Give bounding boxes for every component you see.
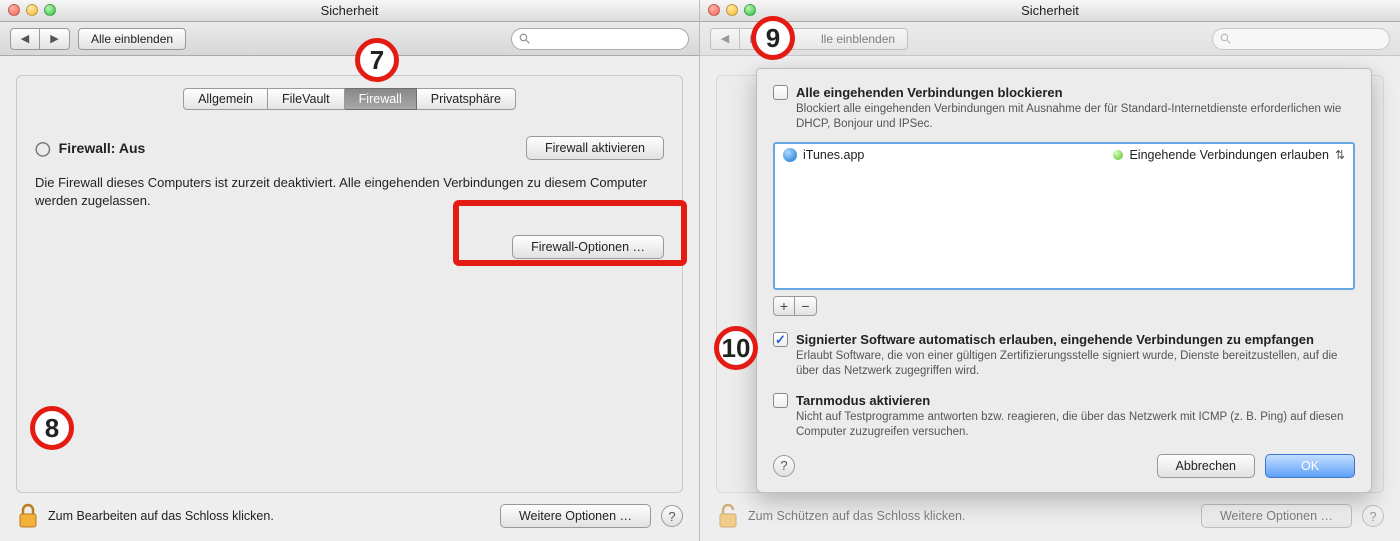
tab-filevault[interactable]: FileVault	[268, 88, 345, 110]
lock-label: Zum Bearbeiten auf das Schloss klicken.	[48, 509, 274, 523]
add-button[interactable]: +	[773, 296, 795, 316]
app-name: iTunes.app	[803, 148, 864, 162]
nav-buttons: ◀ ▶	[10, 28, 70, 50]
status-green-dot-icon	[1113, 150, 1123, 160]
lock-icon[interactable]	[16, 502, 40, 530]
cancel-button[interactable]: Abbrechen	[1157, 454, 1255, 478]
tab-allgemein[interactable]: Allgemein	[183, 88, 268, 110]
footer: Zum Schützen auf das Schloss klicken. We…	[716, 499, 1384, 533]
stepper-icon: ⇅	[1335, 148, 1345, 162]
app-status-label: Eingehende Verbindungen erlauben	[1129, 148, 1328, 162]
close-button[interactable]	[708, 4, 720, 16]
zoom-button[interactable]	[744, 4, 756, 16]
toolbar: ◀ ▶ Alle einblenden	[0, 22, 699, 56]
lock-open-icon[interactable]	[716, 502, 740, 530]
firewall-status-label: Firewall: Aus	[59, 140, 146, 156]
firewall-status: ◯ Firewall: Aus	[35, 140, 145, 157]
minimize-button[interactable]	[26, 4, 38, 16]
traffic-lights	[8, 4, 56, 16]
security-window-left: Sicherheit ◀ ▶ Alle einblenden Allgemein…	[0, 0, 700, 541]
block-all-sub: Blockiert alle eingehenden Verbindungen …	[796, 102, 1355, 132]
titlebar: Sicherheit	[700, 0, 1400, 22]
search-icon	[1219, 32, 1232, 45]
tabs: Allgemein FileVault Firewall Privatsphär…	[35, 88, 664, 110]
back-button[interactable]: ◀	[10, 28, 40, 50]
minimize-button[interactable]	[726, 4, 738, 16]
block-all-title: Alle eingehenden Verbindungen blockieren	[796, 85, 1063, 100]
firewall-options-button[interactable]: Firewall-Optionen …	[512, 235, 664, 259]
stealth-checkbox[interactable]	[773, 393, 788, 408]
window-title: Sicherheit	[1021, 3, 1079, 18]
dialog-help-button[interactable]: ?	[773, 455, 795, 477]
security-window-right: Sicherheit ◀ ▶ lle einblenden Zum Schütz…	[700, 0, 1400, 541]
window-title: Sicherheit	[321, 3, 379, 18]
forward-button[interactable]: ▶	[740, 28, 770, 50]
traffic-lights	[708, 4, 756, 16]
itunes-icon	[783, 148, 797, 162]
remove-button[interactable]: −	[795, 296, 817, 316]
signed-software-title: Signierter Software automatisch erlauben…	[796, 332, 1314, 347]
search-field[interactable]	[1212, 28, 1390, 50]
ok-button[interactable]: OK	[1265, 454, 1355, 478]
forward-button[interactable]: ▶	[40, 28, 70, 50]
add-remove: + −	[773, 296, 1355, 316]
more-options-button[interactable]: Weitere Optionen …	[500, 504, 651, 528]
show-all-button[interactable]: lle einblenden	[778, 28, 908, 50]
app-list[interactable]: iTunes.app Eingehende Verbindungen erlau…	[773, 142, 1355, 290]
search-field[interactable]	[511, 28, 689, 50]
app-row[interactable]: iTunes.app Eingehende Verbindungen erlau…	[775, 144, 1353, 166]
nav-buttons: ◀ ▶	[710, 28, 770, 50]
titlebar: Sicherheit	[0, 0, 699, 22]
stealth-sub: Nicht auf Testprogramme antworten bzw. r…	[796, 410, 1355, 440]
block-all-row: Alle eingehenden Verbindungen blockieren…	[773, 85, 1355, 132]
status-dot-icon: ◯	[35, 140, 51, 157]
firewall-options-dialog: Alle eingehenden Verbindungen blockieren…	[756, 68, 1372, 493]
firewall-activate-button[interactable]: Firewall aktivieren	[526, 136, 664, 160]
app-status-dropdown[interactable]: Eingehende Verbindungen erlauben ⇅	[1113, 148, 1345, 162]
more-options-button[interactable]: Weitere Optionen …	[1201, 504, 1352, 528]
tab-firewall[interactable]: Firewall	[345, 88, 417, 110]
lock-label: Zum Schützen auf das Schloss klicken.	[748, 509, 965, 523]
firewall-description: Die Firewall dieses Computers ist zurzei…	[35, 174, 664, 209]
show-all-button[interactable]: Alle einblenden	[78, 28, 186, 50]
help-button[interactable]: ?	[1362, 505, 1384, 527]
tab-privatsphaere[interactable]: Privatsphäre	[417, 88, 516, 110]
search-icon	[518, 32, 531, 45]
firewall-section: ◯ Firewall: Aus Firewall aktivieren Die …	[35, 136, 664, 259]
back-button[interactable]: ◀	[710, 28, 740, 50]
close-button[interactable]	[8, 4, 20, 16]
zoom-button[interactable]	[44, 4, 56, 16]
content-panel: Allgemein FileVault Firewall Privatsphär…	[16, 75, 683, 493]
help-button[interactable]: ?	[661, 505, 683, 527]
block-all-checkbox[interactable]	[773, 85, 788, 100]
signed-software-sub: Erlaubt Software, die von einer gültigen…	[796, 349, 1355, 379]
toolbar: ◀ ▶ lle einblenden	[700, 22, 1400, 56]
signed-software-checkbox[interactable]	[773, 332, 788, 347]
footer: Zum Bearbeiten auf das Schloss klicken. …	[16, 499, 683, 533]
stealth-title: Tarnmodus aktivieren	[796, 393, 930, 408]
